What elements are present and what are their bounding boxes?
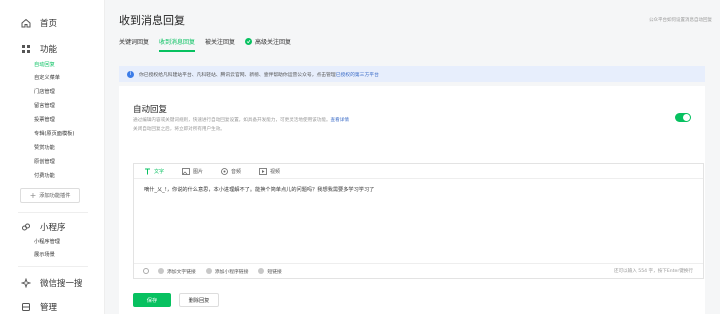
- mini-program-icon: [20, 221, 32, 233]
- reply-editor: 文字 图片 音频 视频 嘀什_乂_!，你说的什么意思，本小进理解不了。能换个简单…: [133, 163, 704, 279]
- authorization-notice: i 你已授权给凡科建站平台、凡科轻站、腾讯云官网、新榜、壹伴帮助你运营公众号，点…: [119, 66, 705, 82]
- sidebar-label-features: 功能: [40, 45, 58, 55]
- tab-advanced-follow-reply[interactable]: 高级关注回复: [245, 37, 291, 52]
- panel-title: 自动回复: [133, 105, 168, 115]
- tool-label: 视频: [270, 168, 281, 175]
- tool-image[interactable]: 图片: [182, 167, 204, 175]
- tool-label: 图片: [193, 168, 204, 175]
- reply-content-input[interactable]: 嘀什_乂_!，你说的什么意思，本小进理解不了。能换个简单点儿的问题吗？我想我需要…: [144, 186, 374, 193]
- tool-text[interactable]: 文字: [144, 168, 164, 175]
- mini-program-link-icon: [205, 268, 212, 274]
- add-plugin-label: 添加功能插件: [39, 193, 71, 199]
- tab-label: 被关注回复: [205, 39, 236, 46]
- sidebar-item-comments[interactable]: 留言管理: [34, 102, 55, 109]
- short-link-icon: [258, 268, 265, 274]
- sidebar-item-vote[interactable]: 投票管理: [34, 116, 55, 123]
- tool-video[interactable]: 视频: [259, 167, 281, 175]
- panel-description: 通过编辑内容或关键词规则，快速进行自动回复设置。如具备开发能力，可更灵活地使用该…: [133, 117, 349, 123]
- sidebar-divider: [18, 212, 88, 213]
- link-icon: [158, 268, 164, 274]
- sidebar-divider: [18, 266, 88, 267]
- sidebar-label-home: 首页: [40, 19, 58, 29]
- plus-icon: +: [29, 190, 37, 200]
- sidebar-item-mini-program-manage[interactable]: 小程序管理: [34, 238, 60, 245]
- manage-icon: [20, 301, 32, 313]
- save-button[interactable]: 保存: [133, 293, 171, 307]
- auto-reply-panel: 自动回复 通过编辑内容或关键词规则，快速进行自动回复设置。如具备开发能力，可更灵…: [119, 86, 705, 314]
- sidebar-item-home[interactable]: 首页: [0, 17, 57, 29]
- home-icon: [20, 17, 32, 29]
- editor-bottom-bar: 添加文字链接 添加小程序链接 短链接 还可以输入 554 字，按下Enter键换…: [134, 263, 703, 278]
- short-link-button[interactable]: 短链接: [258, 268, 282, 275]
- grid-icon: [20, 43, 32, 55]
- tool-audio[interactable]: 音频: [221, 167, 242, 175]
- audio-icon: [221, 167, 228, 175]
- sidebar-item-paid[interactable]: 付费功能: [34, 172, 55, 179]
- emoji-icon[interactable]: [143, 268, 149, 274]
- advanced-badge-icon: [245, 38, 253, 45]
- sidebar-label-mini-program: 小程序: [40, 223, 66, 233]
- panel-description-text: 通过编辑内容或关键词规则，快速进行自动回复设置。如具备开发能力，可更灵活地使用该…: [133, 118, 331, 123]
- sidebar-item-custom-menu[interactable]: 自定义菜单: [34, 74, 60, 81]
- sidebar-label-manage: 管理: [40, 303, 58, 313]
- tab-label: 收到消息回复: [159, 39, 196, 46]
- authorized-platforms-link[interactable]: 已授权的第三方平台: [336, 71, 379, 78]
- add-text-link-button[interactable]: 添加文字链接: [158, 268, 196, 275]
- sidebar-item-album[interactable]: 专辑(原页面模板): [34, 130, 74, 137]
- info-icon: i: [127, 70, 134, 78]
- add-plugin-button[interactable]: + 添加功能插件: [20, 188, 80, 203]
- app: 首页 功能 自动回复 自定义菜单 门店管理 留言管理 投票管理 专辑(原页面模板…: [0, 0, 720, 314]
- page-title: 收到消息回复: [119, 14, 185, 27]
- sidebar-item-manage[interactable]: 管理: [0, 301, 57, 313]
- panel-description-note: 关闭自动回复之后，将立即对所有用户生效。: [133, 127, 225, 132]
- editor-toolbar: 文字 图片 音频 视频: [134, 164, 703, 179]
- main-content: 收到消息回复 公众平台如何设置消息自动回复 关键词回复 收到消息回复 被关注回复…: [105, 0, 720, 314]
- sidebar-item-store[interactable]: 门店管理: [34, 88, 55, 95]
- char-count: 还可以输入 554 字，按下Enter键换行: [613, 269, 693, 274]
- tool-label: 文字: [154, 168, 165, 175]
- sidebar-item-original[interactable]: 原创管理: [34, 158, 55, 165]
- sidebar-section-features[interactable]: 功能: [0, 43, 57, 55]
- bottom-item-label: 添加小程序链接: [214, 269, 249, 275]
- tab-keyword-reply[interactable]: 关键词回复: [119, 37, 149, 52]
- delete-reply-button[interactable]: 删除回复: [179, 293, 219, 307]
- video-icon: [259, 167, 267, 175]
- tab-bar: 关键词回复 收到消息回复 被关注回复 高级关注回复: [119, 37, 291, 52]
- tab-label: 高级关注回复: [255, 39, 292, 46]
- sidebar-section-mini-program[interactable]: 小程序: [0, 221, 66, 233]
- search-spark-icon: [20, 277, 32, 289]
- sidebar-item-auto-reply[interactable]: 自动回复: [34, 61, 55, 68]
- sidebar-label-wechat-search: 微信搜一搜: [40, 279, 83, 289]
- tab-label: 关键词回复: [119, 39, 150, 46]
- sidebar-item-display-scene[interactable]: 展示场景: [34, 251, 55, 258]
- tab-message-reply[interactable]: 收到消息回复: [159, 37, 196, 52]
- bottom-item-label: 添加文字链接: [167, 269, 196, 275]
- sidebar: 首页 功能 自动回复 自定义菜单 门店管理 留言管理 投票管理 专辑(原页面模板…: [0, 0, 105, 314]
- add-mini-program-link-button[interactable]: 添加小程序链接: [205, 268, 249, 275]
- tool-label: 音频: [231, 168, 242, 175]
- auto-reply-toggle[interactable]: [675, 113, 691, 122]
- tab-follow-reply[interactable]: 被关注回复: [205, 37, 235, 52]
- bottom-item-label: 短链接: [267, 269, 282, 275]
- sidebar-item-reward[interactable]: 赞赏功能: [34, 144, 55, 151]
- sidebar-item-wechat-search[interactable]: 微信搜一搜: [0, 277, 83, 289]
- text-icon: [144, 168, 151, 175]
- help-link[interactable]: 公众平台如何设置消息自动回复: [649, 17, 712, 23]
- notice-text: 你已授权给凡科建站平台、凡科轻站、腾讯云官网、新榜、壹伴帮助你运营公众号，点击管…: [139, 72, 336, 78]
- toggle-knob: [683, 114, 690, 121]
- view-details-link[interactable]: 查看详情: [331, 118, 349, 123]
- image-icon: [182, 167, 190, 175]
